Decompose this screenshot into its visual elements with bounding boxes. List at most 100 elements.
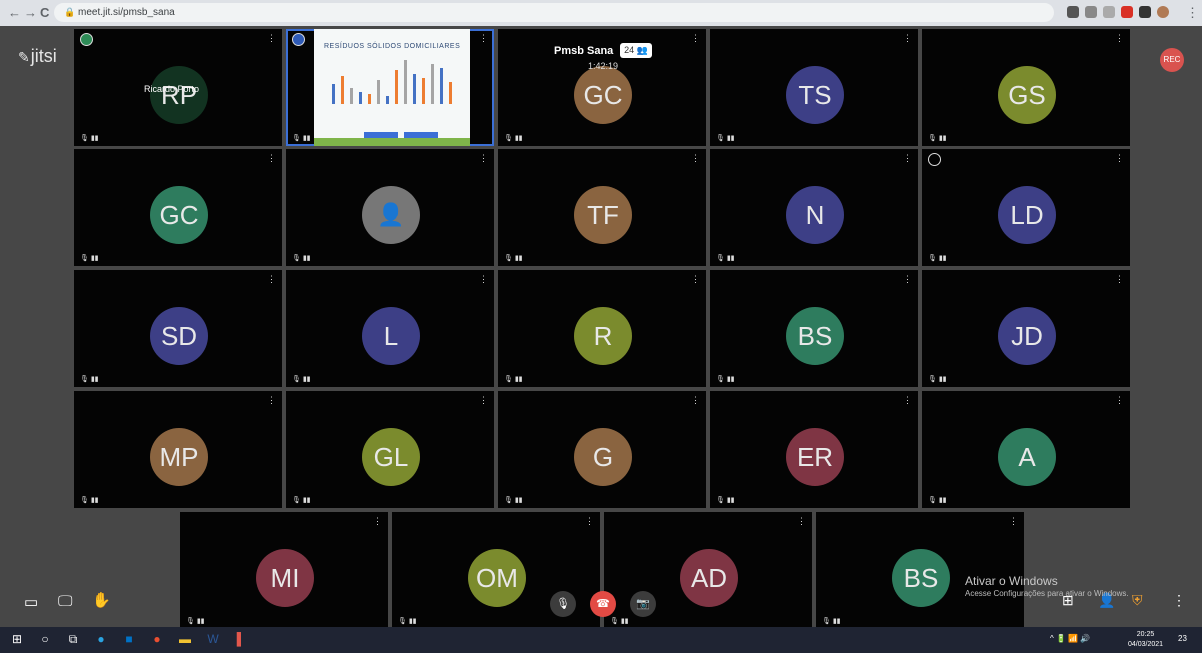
connection-indicator-icon[interactable] [292, 33, 305, 46]
tile-menu-icon[interactable]: ⋮ [267, 33, 276, 44]
participant-tile[interactable]: GS ⋮ 🎙 ▮▮ [922, 29, 1130, 146]
participant-tile[interactable]: GL ⋮ 🎙 ▮▮ [286, 391, 494, 508]
app-icon[interactable]: ▌ [234, 632, 248, 646]
slide-bar [422, 78, 425, 104]
back-icon[interactable]: ← [8, 5, 21, 20]
participant-tile[interactable]: A ⋮ 🎙 ▮▮ [922, 391, 1130, 508]
participant-tile[interactable]: N ⋮ 🎙 ▮▮ [710, 149, 918, 266]
mic-muted-icon: 🎙 ▮▮ [398, 618, 417, 625]
connection-indicator-icon[interactable] [80, 33, 93, 46]
participant-tile[interactable]: MP ⋮ 🎙 ▮▮ [74, 391, 282, 508]
tile-menu-icon[interactable]: ⋮ [479, 153, 488, 164]
tile-menu-icon[interactable]: ⋮ [903, 395, 912, 406]
participant-tile[interactable]: TS ⋮ 🎙 ▮▮ [710, 29, 918, 146]
windows-watermark-title: Ativar o Windows [965, 574, 1058, 588]
hangup-button[interactable]: ☎ [590, 591, 616, 617]
raise-hand-icon[interactable]: ✋ [92, 591, 111, 609]
participant-avatar: AD [680, 549, 738, 607]
participant-avatar: GC [574, 66, 632, 124]
address-bar[interactable]: 🔒 meet.jit.si/pmsb_sana [54, 3, 1054, 22]
tile-menu-icon[interactable]: ⋮ [479, 274, 488, 285]
star-icon[interactable] [1103, 6, 1115, 18]
participant-tile[interactable]: GC ⋮ 🎙 ▮▮ [74, 149, 282, 266]
tile-menu-icon[interactable]: ⋮ [373, 516, 382, 527]
tile-menu-icon[interactable]: ⋮ [267, 274, 276, 285]
tile-menu-icon[interactable]: ⋮ [903, 274, 912, 285]
participant-tile[interactable]: RESÍDUOS SÓLIDOS DOMICILIARES ⋮ 🎙 ▮▮ [286, 29, 494, 146]
participant-tile[interactable]: G ⋮ 🎙 ▮▮ [498, 391, 706, 508]
participant-tile[interactable]: TF ⋮ 🎙 ▮▮ [498, 149, 706, 266]
reload-icon[interactable]: C [40, 5, 49, 20]
participant-tile[interactable]: R ⋮ 🎙 ▮▮ [498, 270, 706, 387]
edge-icon[interactable]: ● [94, 632, 108, 646]
slide-bar [359, 92, 362, 104]
mic-muted-icon: 🎙 ▮▮ [504, 376, 523, 383]
participant-avatar: TS [786, 66, 844, 124]
microphone-muted-button[interactable]: 🎙 [550, 591, 576, 617]
mic-muted-icon: 🎙 ▮▮ [716, 497, 735, 504]
participant-tile[interactable]: BS ⋮ 🎙 ▮▮ [816, 512, 1024, 629]
meeting-title: Pmsb Sana [554, 45, 614, 57]
profile-avatar[interactable] [1157, 6, 1169, 18]
mic-muted-icon: 🎙 ▮▮ [928, 135, 947, 142]
word-icon[interactable]: W [206, 632, 220, 646]
chat-icon[interactable]: ▭ [24, 593, 38, 611]
tile-menu-icon[interactable]: ⋮ [691, 274, 700, 285]
mic-muted-icon: 🎙 ▮▮ [504, 135, 523, 142]
participant-count[interactable]: 24 👥 [620, 43, 652, 58]
screenshare-icon[interactable]: 🖵 [58, 593, 72, 610]
task-view-icon[interactable]: ⧉ [66, 632, 80, 646]
tile-menu-icon[interactable]: ⋮ [479, 33, 488, 44]
search-icon[interactable]: ○ [38, 632, 52, 646]
menu-icon[interactable]: ⋮ [1186, 5, 1199, 21]
outlook-icon[interactable]: ■ [122, 632, 136, 646]
tile-menu-icon[interactable]: ⋮ [1115, 395, 1124, 406]
participant-tile[interactable]: LD ⋮ 🎙 ▮▮ [922, 149, 1130, 266]
tile-menu-icon[interactable]: ⋮ [903, 33, 912, 44]
participant-avatar: G [574, 428, 632, 486]
extension-icon[interactable] [1067, 6, 1079, 18]
tile-menu-icon[interactable]: ⋮ [797, 516, 806, 527]
participant-tile[interactable]: BS ⋮ 🎙 ▮▮ [710, 270, 918, 387]
tile-menu-icon[interactable]: ⋮ [903, 153, 912, 164]
tile-menu-icon[interactable]: ⋮ [1115, 274, 1124, 285]
mic-muted-icon: 🎙 ▮▮ [80, 255, 99, 262]
participant-tile[interactable]: SD ⋮ 🎙 ▮▮ [74, 270, 282, 387]
windows-start-icon[interactable]: ⊞ [10, 632, 24, 646]
tile-menu-icon[interactable]: ⋮ [691, 153, 700, 164]
tile-menu-icon[interactable]: ⋮ [1115, 33, 1124, 44]
pdf-extension-icon[interactable] [1121, 6, 1133, 18]
participant-tile[interactable]: JD ⋮ 🎙 ▮▮ [922, 270, 1130, 387]
tile-menu-icon[interactable]: ⋮ [267, 395, 276, 406]
url-text: meet.jit.si/pmsb_sana [78, 7, 175, 18]
shared-screen-title: RESÍDUOS SÓLIDOS DOMICILIARES [324, 43, 461, 50]
connection-indicator-icon[interactable] [928, 153, 941, 166]
default-avatar: 👤 [362, 186, 420, 244]
participant-tile[interactable]: MI ⋮ 🎙 ▮▮ [180, 512, 388, 629]
tile-menu-icon[interactable]: ⋮ [691, 33, 700, 44]
puzzle-icon[interactable] [1139, 6, 1151, 18]
windows-watermark-text: Acesse Configurações para ativar o Windo… [965, 589, 1129, 598]
participant-tile[interactable]: L ⋮ 🎙 ▮▮ [286, 270, 494, 387]
tile-menu-icon[interactable]: ⋮ [1115, 153, 1124, 164]
notification-icon[interactable]: 23 [1178, 634, 1187, 643]
participant-tile[interactable]: RP Ricardo Porto ⋮ 🎙 ▮▮ [74, 29, 282, 146]
extension-icon[interactable] [1085, 6, 1097, 18]
tile-menu-icon[interactable]: ⋮ [691, 395, 700, 406]
participant-tile[interactable]: ER ⋮ 🎙 ▮▮ [710, 391, 918, 508]
camera-off-button[interactable]: 📷 [630, 591, 656, 617]
mic-muted-icon: 🎙 ▮▮ [716, 255, 735, 262]
tile-menu-icon[interactable]: ⋮ [479, 395, 488, 406]
system-clock[interactable]: 20:25 04/03/2021 [1128, 630, 1163, 650]
participant-avatar: N [786, 186, 844, 244]
tile-menu-icon[interactable]: ⋮ [1009, 516, 1018, 527]
tile-menu-icon[interactable]: ⋮ [585, 516, 594, 527]
file-explorer-icon[interactable]: ▬ [178, 632, 192, 646]
more-options-icon[interactable]: ⋮ [1172, 592, 1186, 609]
tray-icons[interactable]: ^ 🔋 📶 🔊 [1050, 634, 1090, 643]
tile-menu-icon[interactable]: ⋮ [267, 153, 276, 164]
security-icon[interactable]: ⛨ [1132, 592, 1143, 609]
chrome-icon[interactable]: ● [150, 632, 164, 646]
participant-tile[interactable]: 👤 ⋮ 🎙 ▮▮ [286, 149, 494, 266]
forward-icon[interactable]: → [24, 5, 37, 20]
